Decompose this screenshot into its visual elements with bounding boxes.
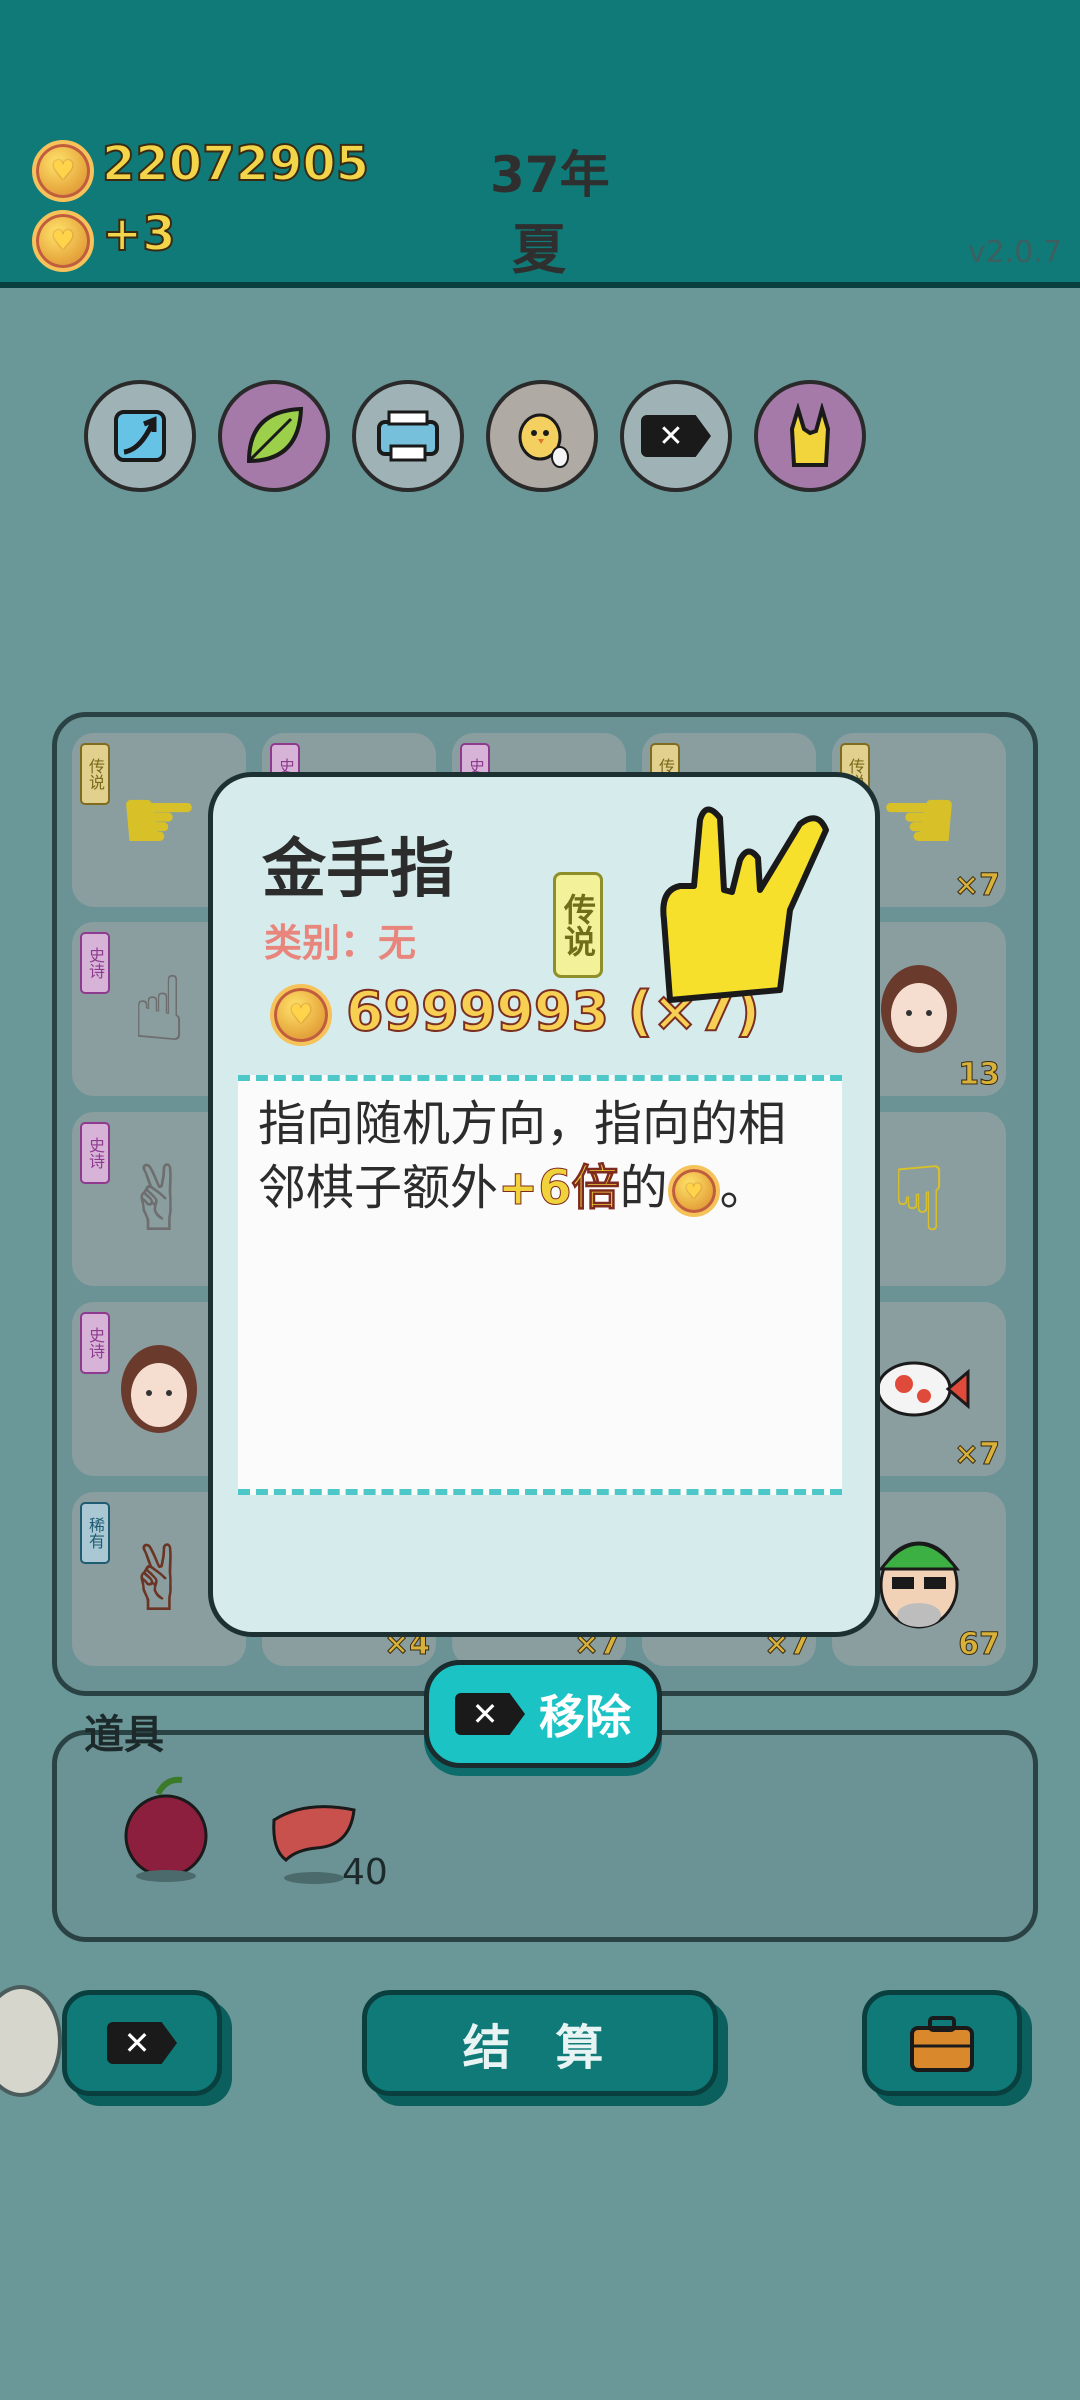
description-text: 。 <box>719 1160 768 1216</box>
items-label: 道具 <box>84 1712 164 1758</box>
season-label: 夏 <box>512 218 566 281</box>
item-count: 40 <box>342 1852 388 1893</box>
rarity-tag: 传说 <box>80 743 110 805</box>
cell-count: ×7 <box>953 868 1000 904</box>
briefcase-icon <box>910 2016 974 2072</box>
bearded-man-icon <box>877 1541 961 1629</box>
rock-hand-icon[interactable] <box>754 380 866 492</box>
multiplier-highlight: +6倍 <box>498 1160 621 1217</box>
arrow-icon[interactable] <box>84 380 196 492</box>
hand-icon: ☛ <box>118 767 200 873</box>
coin-icon: ♥ <box>667 1165 720 1217</box>
hand-icon: ☝ <box>131 956 187 1062</box>
remove-tag-icon[interactable]: ✕ <box>620 380 732 492</box>
rock-hand-icon: ✌ <box>121 1146 197 1252</box>
cell-count: 13 <box>958 1057 1001 1093</box>
rarity-tag: 史诗 <box>80 1312 110 1374</box>
leaf-icon[interactable] <box>218 380 330 492</box>
item-description: 指向随机方向，指向的相邻棋子额外+6倍的 ♥。 <box>258 1092 828 1220</box>
remove-button[interactable]: ✕ 移除 <box>424 1660 662 1768</box>
coin-icon: ♥ <box>32 140 94 202</box>
koi-fish-icon <box>876 1361 970 1417</box>
settle-button[interactable]: 结 算 <box>362 1990 718 2096</box>
hand-icon: ☟ <box>891 1146 947 1252</box>
game-screen: ♥ 22072905 ♥ +3 37年 夏 v2.0.7 ✕ 传说 ☛ 史诗 史… <box>0 0 1080 2400</box>
coin-icon: ♥ <box>32 210 94 272</box>
version-label: v2.0.7 <box>967 235 1062 270</box>
rarity-tag: 史诗 <box>80 932 110 994</box>
remove-tag-icon: ✕ <box>107 2022 177 2064</box>
briefcase-button[interactable] <box>862 1990 1022 2096</box>
remove-mode-button[interactable]: ✕ <box>62 1990 222 2096</box>
coin-icon: ♥ <box>270 984 332 1046</box>
money-income: +3 <box>101 205 177 263</box>
top-bar: ♥ 22072905 ♥ +3 37年 夏 v2.0.7 <box>0 0 1080 288</box>
rock-hand-icon: ✌ <box>121 1526 197 1632</box>
cell-count: ×7 <box>953 1437 1000 1473</box>
modal-category: 类别：无 <box>264 921 417 965</box>
rarity-tag: 稀有 <box>80 1502 110 1564</box>
bayberry-icon[interactable] <box>118 1772 214 1904</box>
printer-icon[interactable] <box>352 380 464 492</box>
chick-icon[interactable] <box>486 380 598 492</box>
rarity-tag: 史诗 <box>80 1122 110 1184</box>
avatar[interactable] <box>0 1985 62 2097</box>
modal-title: 金手指 <box>262 833 454 907</box>
money-total: 22072905 <box>101 135 370 193</box>
girl-face-icon <box>881 965 957 1053</box>
rarity-badge: 传说 <box>553 872 603 978</box>
girl-face-icon <box>121 1345 197 1433</box>
hand-icon: ☚ <box>878 767 960 873</box>
remove-label: 移除 <box>539 1690 631 1744</box>
year-label: 37年 <box>490 146 610 204</box>
cell-count: 67 <box>958 1627 1001 1663</box>
remove-tag-icon: ✕ <box>455 1693 525 1735</box>
pointing-hand-icon <box>660 806 829 1003</box>
description-text: 的 <box>619 1160 668 1216</box>
